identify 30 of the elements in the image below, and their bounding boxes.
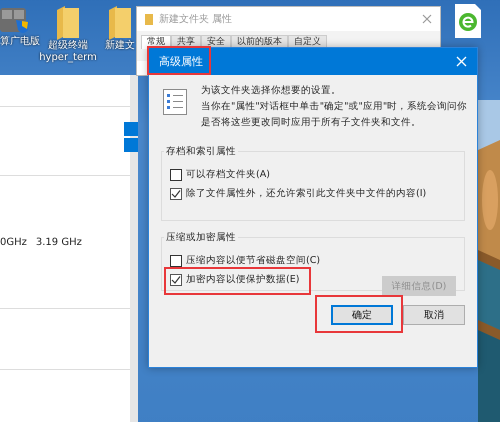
checkbox-label[interactable]: 压缩内容以便节省磁盘空间(C) (186, 254, 320, 267)
window-title: 新建文件夹 属性 (159, 12, 232, 26)
folder-icon[interactable] (107, 6, 133, 40)
calculator-icon[interactable] (0, 6, 30, 36)
checkbox[interactable] (170, 188, 182, 200)
checklist-icon (163, 89, 187, 115)
folder-icon (145, 14, 153, 24)
checkbox-label[interactable]: 可以存档文件夹(A) (186, 168, 270, 181)
checkbox-label[interactable]: 除了文件属性外，还允许索引此文件夹中文件的内容(I) (186, 187, 426, 200)
checkbox-label[interactable]: 加密内容以便保护数据(E) (186, 273, 300, 286)
intro-text: 为该文件夹选择你想要的设置。 (201, 84, 342, 98)
icon-label[interactable]: 算广电版 (0, 36, 40, 48)
dialog-button[interactable]: 取消 (403, 305, 465, 325)
close-icon[interactable] (422, 14, 432, 24)
folder-icon[interactable] (55, 6, 81, 40)
icon-label[interactable]: 超级终端 (48, 40, 88, 52)
note-text: 当你在"属性"对话框中单击"确定"或"应用"时，系统会询问你是否将这些更改同时应用于所有子文件夹和文件。 (201, 100, 468, 130)
dialog-button[interactable]: 确定 (331, 305, 393, 325)
windows-logo-icon (124, 122, 138, 152)
icon-label[interactable]: 新建文 (105, 40, 135, 52)
group-title: 存档和索引属性 (165, 145, 237, 158)
browser-icon[interactable] (455, 4, 481, 38)
icon-label[interactable]: hyper_term (39, 52, 97, 64)
table-cell: 0GHz (0, 236, 27, 248)
checkbox[interactable] (170, 254, 182, 266)
group-title: 压缩或加密属性 (165, 231, 237, 244)
checkbox[interactable] (170, 168, 182, 180)
checkbox[interactable] (170, 274, 182, 286)
dialog-title: 高级属性 (159, 54, 203, 69)
table-cell: 3.19 GHz (36, 236, 82, 248)
